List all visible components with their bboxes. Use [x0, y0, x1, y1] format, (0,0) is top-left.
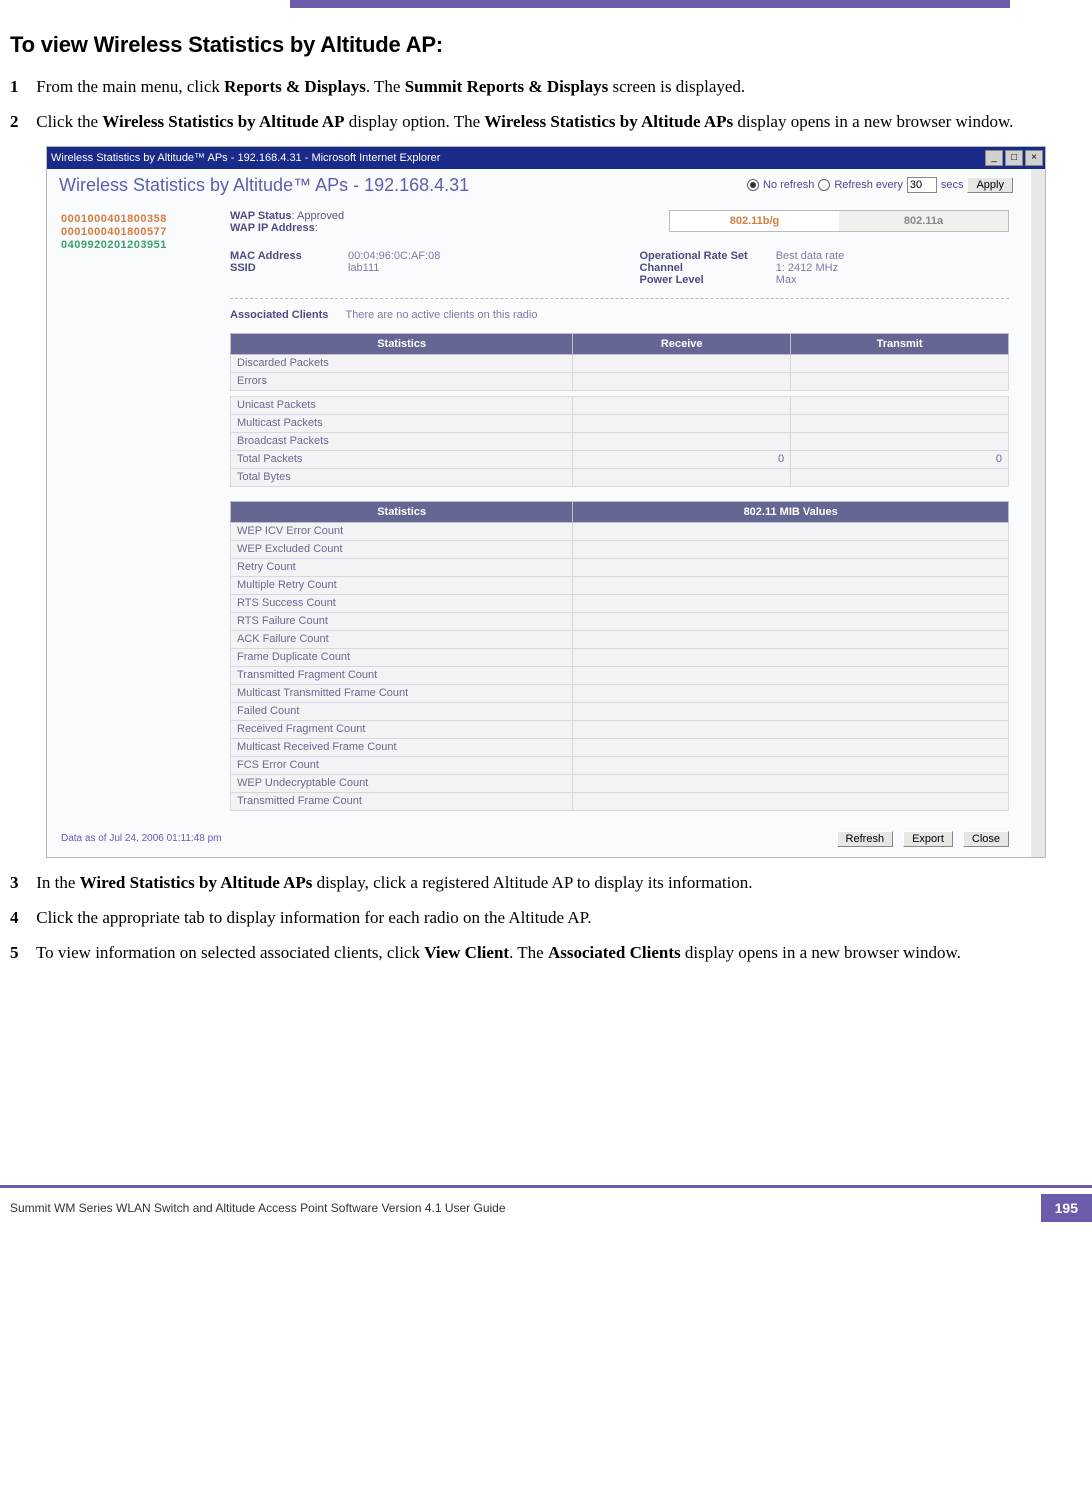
tab-80211a[interactable]: 802.11a	[839, 211, 1008, 231]
col-statistics: Statistics	[231, 501, 573, 522]
content-title: Wireless Statistics by Altitude™ APs - 1…	[59, 175, 469, 196]
screenshot-window: Wireless Statistics by Altitude™ APs - 1…	[46, 146, 1046, 858]
table-row: Received Fragment Count	[231, 720, 1009, 738]
table-row: Errors	[231, 372, 1009, 390]
no-refresh-label: No refresh	[763, 179, 814, 191]
col-mib: 802.11 MIB Values	[573, 501, 1009, 522]
table-row: RTS Success Count	[231, 594, 1009, 612]
window-titlebar: Wireless Statistics by Altitude™ APs - 1…	[47, 147, 1045, 169]
refresh-every-label: Refresh every	[834, 179, 902, 191]
minimize-icon[interactable]: _	[985, 150, 1003, 166]
table-row: Failed Count	[231, 702, 1009, 720]
table-row: Unicast Packets	[231, 396, 1009, 414]
power-label: Power Level	[640, 274, 748, 286]
step-text: Click the appropriate tab to display inf…	[36, 908, 591, 927]
table-row: Retry Count	[231, 558, 1009, 576]
step-4: 4 Click the appropriate tab to display i…	[10, 907, 1072, 930]
step-1: 1 From the main menu, click Reports & Di…	[10, 76, 1072, 99]
col-transmit: Transmit	[791, 333, 1009, 354]
page-number-badge: 195	[1041, 1194, 1092, 1222]
table-row: Frame Duplicate Count	[231, 648, 1009, 666]
table-row: Transmitted Fragment Count	[231, 666, 1009, 684]
export-button[interactable]: Export	[903, 831, 953, 847]
mac-value: 00:04:96:0C:AF:08	[348, 250, 440, 262]
step-text: To view information on selected associat…	[36, 943, 961, 962]
ap-link[interactable]: 0409920201203951	[61, 239, 214, 251]
table-row: FCS Error Count	[231, 756, 1009, 774]
ssid-label: SSID	[230, 262, 320, 274]
step-5: 5 To view information on selected associ…	[10, 942, 1072, 965]
no-refresh-radio[interactable]	[747, 179, 759, 191]
table-row: ACK Failure Count	[231, 630, 1009, 648]
radio-tabs: 802.11b/g 802.11a	[669, 210, 1009, 232]
ap-link[interactable]: 0001000401800358	[61, 213, 214, 225]
step-number: 3	[10, 872, 32, 895]
window-title: Wireless Statistics by Altitude™ APs - 1…	[51, 152, 440, 164]
stats-table-1: Statistics Receive Transmit Discarded Pa…	[230, 333, 1009, 487]
table-row: WEP ICV Error Count	[231, 522, 1009, 540]
assoc-message: There are no active clients on this radi…	[345, 309, 537, 321]
separator	[230, 298, 1009, 299]
screenshot-footer: Data as of Jul 24, 2006 01:11:48 pm Refr…	[47, 825, 1031, 851]
footer-text: Summit WM Series WLAN Switch and Altitud…	[10, 1201, 506, 1215]
table-row: Multicast Received Frame Count	[231, 738, 1009, 756]
step-number: 1	[10, 76, 32, 99]
wap-info: WAP Status: Approved WAP IP Address:	[230, 210, 344, 234]
secs-label: secs	[941, 179, 964, 191]
table-row: Transmitted Frame Count	[231, 792, 1009, 810]
mac-label: MAC Address	[230, 250, 320, 262]
refresh-controls: No refresh Refresh every secs Apply	[747, 177, 1013, 193]
table-row: Multicast Transmitted Frame Count	[231, 684, 1009, 702]
page-footer: Summit WM Series WLAN Switch and Altitud…	[0, 1185, 1092, 1232]
ap-list-nav: 0001000401800358 0001000401800577 040992…	[47, 206, 222, 825]
page-header-bar	[290, 0, 1010, 8]
table-row: Multiple Retry Count	[231, 576, 1009, 594]
ssid-value: lab111	[348, 262, 440, 274]
step-number: 4	[10, 907, 32, 930]
table-row: Discarded Packets	[231, 354, 1009, 372]
window-buttons: _ □ ×	[985, 150, 1043, 166]
table-row: WEP Excluded Count	[231, 540, 1009, 558]
steps-list-cont: 3 In the Wired Statistics by Altitude AP…	[10, 872, 1072, 965]
associated-clients-row: Associated Clients There are no active c…	[230, 309, 1009, 321]
section-heading: To view Wireless Statistics by Altitude …	[10, 32, 1072, 58]
step-3: 3 In the Wired Statistics by Altitude AP…	[10, 872, 1072, 895]
power-value: Max	[776, 274, 845, 286]
step-number: 2	[10, 111, 32, 134]
maximize-icon[interactable]: □	[1005, 150, 1023, 166]
table-row: Multicast Packets	[231, 414, 1009, 432]
steps-list: 1 From the main menu, click Reports & Di…	[10, 76, 1072, 134]
oprate-label: Operational Rate Set	[640, 250, 748, 262]
refresh-every-radio[interactable]	[818, 179, 830, 191]
col-receive: Receive	[573, 333, 791, 354]
data-timestamp: Data as of Jul 24, 2006 01:11:48 pm	[61, 833, 221, 844]
close-icon[interactable]: ×	[1025, 150, 1043, 166]
step-text: In the Wired Statistics by Altitude APs …	[36, 873, 752, 892]
table-row: WEP Undecryptable Count	[231, 774, 1009, 792]
ap-link[interactable]: 0001000401800577	[61, 226, 214, 238]
table-row: Total Bytes	[231, 468, 1009, 486]
tab-80211bg[interactable]: 802.11b/g	[670, 211, 839, 231]
channel-value: 1: 2412 MHz	[776, 262, 845, 274]
details-panel: WAP Status: Approved WAP IP Address: 802…	[222, 206, 1031, 825]
step-number: 5	[10, 942, 32, 965]
step-text: Click the Wireless Statistics by Altitud…	[36, 112, 1013, 131]
refresh-seconds-input[interactable]	[907, 177, 937, 193]
table-row: Total Packets00	[231, 450, 1009, 468]
close-button[interactable]: Close	[963, 831, 1009, 847]
col-statistics: Statistics	[231, 333, 573, 354]
step-2: 2 Click the Wireless Statistics by Altit…	[10, 111, 1072, 134]
table-row: RTS Failure Count	[231, 612, 1009, 630]
table-row: Broadcast Packets	[231, 432, 1009, 450]
refresh-button[interactable]: Refresh	[837, 831, 894, 847]
step-text: From the main menu, click Reports & Disp…	[36, 77, 745, 96]
stats-table-2: Statistics 802.11 MIB Values WEP ICV Err…	[230, 501, 1009, 811]
channel-label: Channel	[640, 262, 748, 274]
assoc-label: Associated Clients	[230, 309, 328, 321]
oprate-value: Best data rate	[776, 250, 845, 262]
apply-button[interactable]: Apply	[967, 177, 1013, 193]
